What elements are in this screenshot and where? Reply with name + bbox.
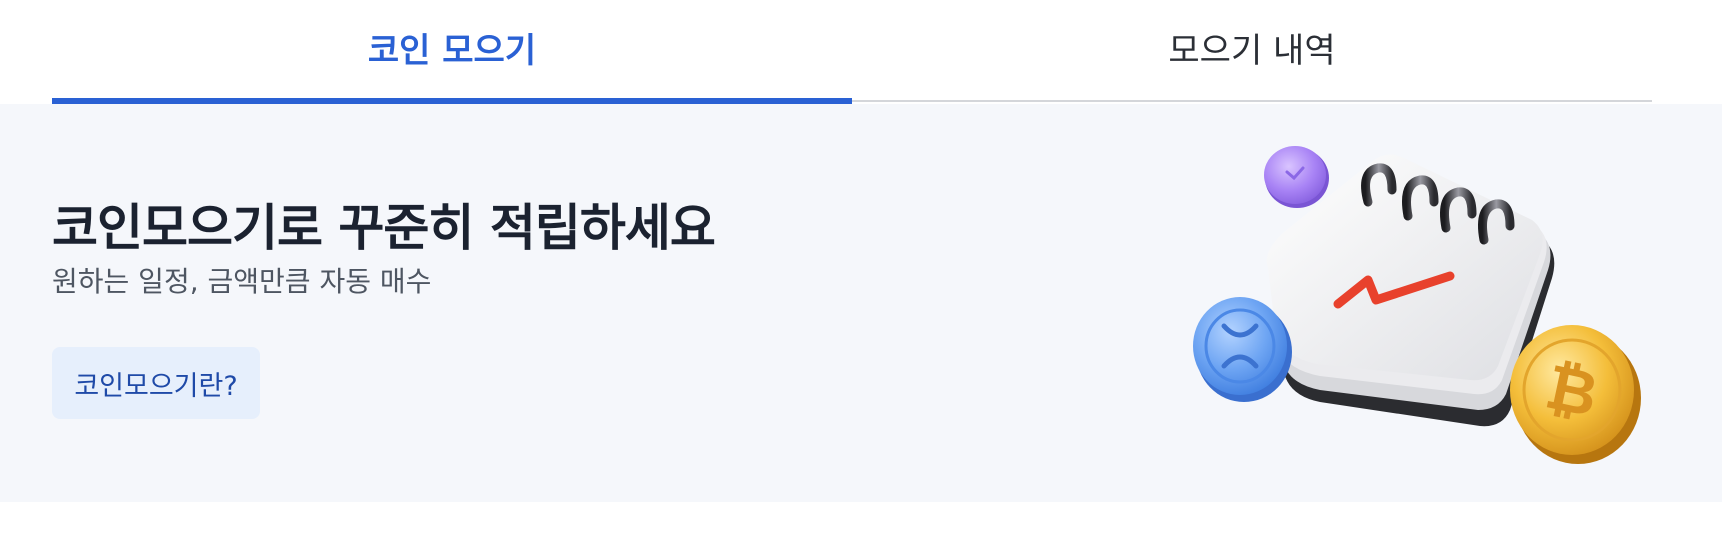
purple-coin-icon bbox=[1264, 146, 1329, 208]
banner-headline: 코인모으기로 꾸준히 적립하세요 bbox=[52, 199, 716, 257]
banner-illustration: ₿ bbox=[1193, 146, 1641, 464]
what-is-coin-collect-button[interactable]: 코인모으기란? bbox=[52, 347, 260, 419]
tab-coin-collect[interactable]: 코인 모으기 bbox=[52, 0, 852, 104]
tab-divider bbox=[852, 100, 1652, 102]
tab-collect-history[interactable]: 모으기 내역 bbox=[852, 0, 1652, 104]
tab-bar: 코인 모으기 모으기 내역 bbox=[52, 0, 1652, 104]
tab-collect-history-label: 모으기 내역 bbox=[1168, 30, 1336, 71]
tab-coin-collect-label: 코인 모으기 bbox=[367, 30, 537, 71]
bitcoin-coin-icon: ₿ bbox=[1510, 325, 1641, 464]
banner-subline: 원하는 일정, 금액만큼 자동 매수 bbox=[52, 265, 432, 298]
